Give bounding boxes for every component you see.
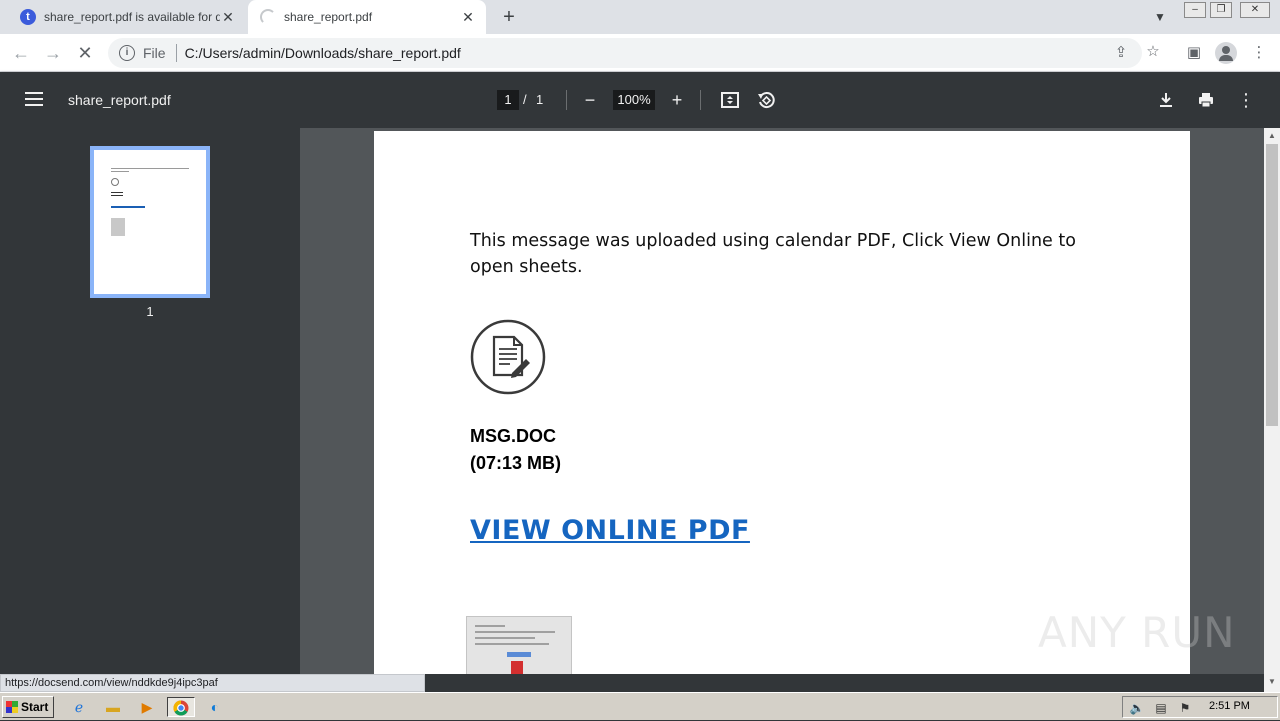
network-icon[interactable]: ▤	[1153, 700, 1169, 716]
fit-page-button[interactable]	[718, 88, 742, 112]
tab-title: share_report.pdf is available for dow	[44, 10, 220, 24]
thumbnail-sidebar: 1	[0, 128, 300, 674]
scrollbar-thumb[interactable]	[1266, 144, 1278, 426]
tab-title: share_report.pdf	[284, 10, 373, 24]
system-clock[interactable]: 2:51 PM	[1209, 700, 1250, 712]
pdf-page: This message was uploaded using calendar…	[374, 131, 1190, 674]
fit-to-page-icon	[721, 92, 739, 108]
download-icon	[1160, 93, 1172, 107]
page-number-input[interactable]: 1	[497, 90, 519, 110]
zoom-out-button[interactable]: −	[578, 88, 602, 112]
site-info-icon[interactable]: i	[119, 45, 135, 61]
link-hover-status: https://docsend.com/view/nddkde9j4ipc3pa…	[0, 674, 425, 692]
page-total: 1	[536, 92, 544, 107]
toolbar-divider	[566, 90, 567, 110]
rotate-button[interactable]	[754, 88, 778, 112]
windows-flag-icon	[6, 701, 18, 713]
printer-icon	[1199, 93, 1213, 108]
file-explorer-icon[interactable]: ▬	[102, 697, 124, 717]
tab-search-chevron-icon[interactable]: ▼	[1150, 7, 1170, 27]
document-edit-icon	[470, 319, 546, 395]
stop-loading-button[interactable]: ✕	[74, 42, 96, 64]
thumbnail-page-number: 1	[146, 304, 154, 319]
minimize-window-button[interactable]: –	[1184, 2, 1206, 18]
sidebar-menu-icon[interactable]	[25, 92, 43, 106]
media-player-icon[interactable]: ▶	[136, 697, 158, 717]
edge-browser-icon[interactable]: ◐	[204, 697, 226, 717]
close-tab-icon[interactable]: ✕	[220, 9, 236, 25]
zoom-level-input[interactable]: 100%	[613, 90, 655, 110]
scroll-up-arrow-icon[interactable]: ▲	[1264, 130, 1280, 142]
attachment-info: MSG.DOC (07:13 MB)	[470, 423, 561, 477]
tab-share-report-pdf[interactable]: share_report.pdf ✕	[248, 0, 486, 34]
url-text[interactable]: C:/Users/admin/Downloads/share_report.pd…	[185, 45, 461, 61]
tab-strip: t share_report.pdf is available for dow …	[0, 0, 1280, 34]
document-preview-image[interactable]	[466, 616, 572, 674]
rotate-counterclockwise-icon	[758, 92, 775, 109]
pdf-viewer-toolbar: share_report.pdf 1 / 1 − 100% + ⋮	[0, 72, 1280, 128]
anyrun-watermark: ANY RUN	[1038, 608, 1236, 657]
back-button[interactable]: ←	[10, 42, 32, 64]
more-actions-icon[interactable]: ⋮	[1234, 88, 1258, 112]
windows-taskbar: Start ℯ ▬ ▶ ◐ 🔈 ▤ ⚑ 2:51 PM	[0, 692, 1280, 720]
chrome-icon	[173, 700, 189, 716]
side-panel-icon[interactable]: ▣	[1184, 43, 1204, 63]
scroll-down-arrow-icon[interactable]: ▼	[1264, 676, 1280, 688]
pdf-filename: share_report.pdf	[68, 92, 171, 108]
action-center-flag-icon[interactable]: ⚑	[1177, 700, 1193, 716]
page-thumbnail[interactable]	[90, 146, 210, 298]
close-window-button[interactable]: ✕	[1240, 2, 1270, 18]
download-button[interactable]	[1154, 88, 1178, 112]
profile-avatar-icon[interactable]	[1215, 42, 1237, 64]
internet-explorer-icon[interactable]: ℯ	[68, 697, 90, 717]
attachment-size: (07:13 MB)	[470, 453, 562, 473]
start-label: Start	[21, 700, 49, 714]
forward-button[interactable]: →	[42, 42, 64, 64]
address-divider	[175, 44, 177, 62]
thumbnail-page	[94, 150, 206, 294]
vertical-scrollbar[interactable]: ▲ ▼	[1264, 128, 1280, 692]
start-button[interactable]: Start	[2, 696, 54, 718]
zoom-in-button[interactable]: +	[665, 88, 689, 112]
view-online-pdf-link[interactable]: VIEW ONLINE PDF	[470, 515, 750, 546]
page-separator: /	[523, 92, 527, 107]
attachment-name: MSG.DOC	[470, 426, 557, 446]
share-icon[interactable]: ⇪	[1112, 44, 1130, 62]
close-tab-icon[interactable]: ✕	[460, 9, 476, 25]
print-button[interactable]	[1194, 88, 1218, 112]
tab-share-report-notice[interactable]: t share_report.pdf is available for dow …	[8, 0, 246, 34]
chrome-taskbar-icon[interactable]	[167, 697, 195, 717]
toolbar-divider	[700, 90, 701, 110]
address-bar[interactable]: i File C:/Users/admin/Downloads/share_re…	[108, 38, 1160, 68]
bookmark-star-icon[interactable]: ☆	[1144, 43, 1162, 61]
browser-toolbar: ← → ✕ i File C:/Users/admin/Downloads/sh…	[0, 34, 1280, 72]
browser-menu-icon[interactable]: ⋮	[1249, 43, 1269, 63]
document-message: This message was uploaded using calendar…	[470, 231, 1076, 277]
restore-window-button[interactable]: ❐	[1210, 2, 1232, 18]
scheme-label: File	[143, 45, 166, 61]
loading-spinner-icon	[260, 9, 276, 25]
new-tab-button[interactable]: +	[498, 6, 520, 28]
pdf-viewer-area: This message was uploaded using calendar…	[300, 128, 1264, 674]
document-favicon-icon: t	[20, 9, 36, 25]
volume-icon[interactable]: 🔈	[1129, 700, 1145, 716]
system-tray: 🔈 ▤ ⚑ 2:51 PM	[1122, 696, 1278, 718]
